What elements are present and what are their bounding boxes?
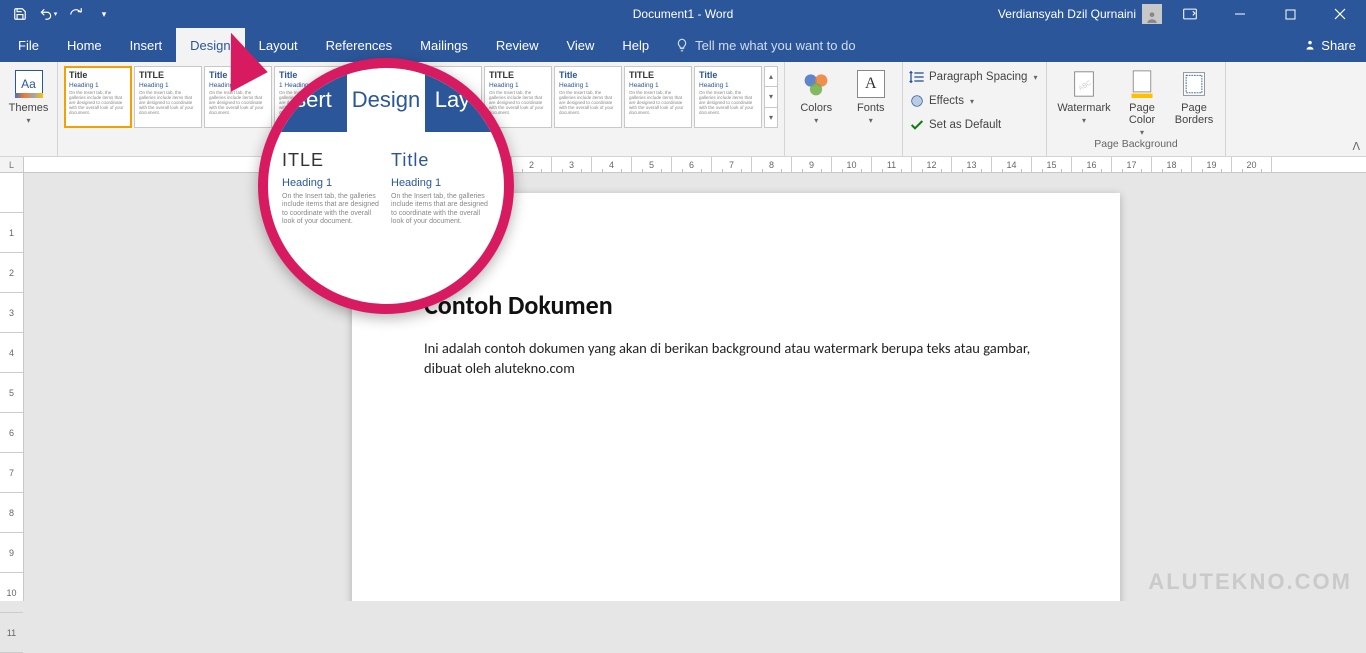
effects-label: Effects — [929, 95, 964, 107]
collapse-ribbon-button[interactable]: ᐱ — [1352, 140, 1360, 153]
page-borders-icon — [1178, 68, 1210, 100]
chevron-down-icon: ▾ — [869, 116, 873, 125]
vertical-ruler[interactable]: 1234567891011 — [0, 173, 24, 601]
style-gallery-nav[interactable]: ▴▾▾ — [764, 66, 778, 128]
close-button[interactable] — [1318, 0, 1362, 28]
page-color-button[interactable]: Page Color ▾ — [1119, 66, 1165, 138]
style-set-thumb[interactable]: TitleHeading 1On the Insert tab, the gal… — [554, 66, 622, 128]
tab-home[interactable]: Home — [53, 28, 116, 62]
minimize-button[interactable] — [1218, 0, 1262, 28]
page-color-label: Page Color — [1119, 102, 1165, 126]
paragraph-spacing-button[interactable]: Paragraph Spacing▾ — [909, 66, 1040, 88]
page-borders-button[interactable]: Page Borders — [1169, 66, 1219, 138]
style-set-thumb[interactable]: TitleHeading 1On the Insert tab, the gal… — [694, 66, 762, 128]
tell-me-placeholder: Tell me what you want to do — [695, 38, 855, 53]
tab-file[interactable]: File — [4, 28, 53, 62]
ribbon-tabs: File Home Insert Design Layout Reference… — [0, 28, 1366, 62]
effects-icon — [909, 93, 925, 109]
style-set-thumb[interactable]: TitleHeading 1On the Insert tab, the gal… — [204, 66, 272, 128]
maximize-button[interactable] — [1268, 0, 1312, 28]
document-formatting-label: Document Formatting — [64, 138, 778, 154]
themes-label: Themes — [9, 102, 49, 114]
fonts-label: Fonts — [857, 102, 885, 114]
ribbon-display-options-button[interactable] — [1168, 0, 1212, 28]
document-heading[interactable]: Contoh Dokumen — [424, 289, 1048, 321]
brand-watermark: ALUTEKNO.COM — [1148, 569, 1352, 595]
share-button[interactable]: Share — [1303, 28, 1356, 62]
user-name[interactable]: Verdiansyah Dzil Qurnaini — [998, 7, 1136, 21]
ribbon-spacer: ᐱ — [1226, 62, 1366, 156]
themes-button[interactable]: Aa Themes ▾ — [6, 66, 51, 138]
tab-review[interactable]: Review — [482, 28, 553, 62]
chevron-down-icon: ▾ — [1140, 128, 1144, 137]
chevron-down-icon: ▾ — [1082, 116, 1086, 125]
chevron-down-icon: ▾ — [26, 116, 30, 125]
tab-insert[interactable]: Insert — [116, 28, 177, 62]
tab-view[interactable]: View — [552, 28, 608, 62]
user-avatar-icon[interactable] — [1142, 4, 1162, 24]
gallery-down-icon[interactable]: ▾ — [765, 87, 777, 107]
tell-me-search[interactable]: Tell me what you want to do — [663, 28, 867, 62]
tab-design[interactable]: Design — [176, 28, 244, 62]
style-set-thumb[interactable]: TitleHeading 1On the Insert tab, the gal… — [414, 66, 482, 128]
page-borders-label: Page Borders — [1169, 102, 1219, 126]
style-set-thumb[interactable]: TITLEHeading 1On the Insert tab, the gal… — [134, 66, 202, 128]
ribbon: Aa Themes ▾ TitleHeading 1On the Insert … — [0, 62, 1366, 157]
page-color-icon — [1126, 68, 1158, 100]
quick-access-toolbar: ▾ ▾ — [0, 3, 116, 25]
themes-icon: Aa — [13, 68, 45, 100]
colors-label: Colors — [800, 102, 832, 114]
gallery-up-icon[interactable]: ▴ — [765, 67, 777, 87]
tab-references[interactable]: References — [312, 28, 406, 62]
gallery-more-icon[interactable]: ▾ — [765, 108, 777, 127]
share-icon — [1303, 38, 1317, 52]
document-viewport[interactable]: Contoh Dokumen Ini adalah contoh dokumen… — [24, 173, 1366, 601]
fonts-icon: A — [855, 68, 887, 100]
workspace: L 1234567891011121314151617181920 123456… — [0, 157, 1366, 601]
style-set-gallery[interactable]: TitleHeading 1On the Insert tab, the gal… — [64, 66, 778, 138]
horizontal-ruler[interactable]: 1234567891011121314151617181920 — [24, 157, 1366, 173]
chevron-down-icon: ▾ — [814, 116, 818, 125]
check-icon — [909, 117, 925, 133]
paragraph-spacing-icon — [909, 69, 925, 85]
tab-mailings[interactable]: Mailings — [406, 28, 482, 62]
document-body-text[interactable]: Ini adalah contoh dokumen yang akan di b… — [424, 339, 1048, 378]
colors-button[interactable]: Colors ▾ — [791, 66, 842, 138]
lightbulb-icon — [675, 38, 689, 52]
style-set-thumb[interactable]: TitleHeading 1On the Insert tab, the gal… — [344, 66, 412, 128]
set-as-default-label: Set as Default — [929, 119, 1001, 131]
redo-button[interactable] — [64, 3, 88, 25]
page-background-label: Page Background — [1053, 138, 1219, 154]
tab-help[interactable]: Help — [608, 28, 663, 62]
ruler-corner[interactable]: L — [0, 157, 24, 173]
document-page[interactable]: Contoh Dokumen Ini adalah contoh dokumen… — [352, 193, 1120, 601]
colors-fonts-group: Colors ▾ A Fonts ▾ — [785, 62, 903, 156]
fonts-button[interactable]: A Fonts ▾ — [846, 66, 897, 138]
title-bar: ▾ ▾ Document1 - Word Verdiansyah Dzil Qu… — [0, 0, 1366, 28]
style-set-thumb[interactable]: TITLEHeading 1On the Insert tab, the gal… — [624, 66, 692, 128]
watermark-label: Watermark — [1057, 102, 1110, 114]
window-title: Document1 - Word — [633, 7, 733, 21]
share-label: Share — [1321, 38, 1356, 53]
spacing-effects-group: Paragraph Spacing▾ Effects▾ Set as Defau… — [903, 62, 1047, 156]
style-set-thumb[interactable]: TitleHeading 1On the Insert tab, the gal… — [64, 66, 132, 128]
tab-layout[interactable]: Layout — [245, 28, 312, 62]
watermark-icon: ABC — [1068, 68, 1100, 100]
style-set-thumb[interactable]: Title1 Heading 1On the Insert tab, the g… — [274, 66, 342, 128]
colors-icon — [800, 68, 832, 100]
paragraph-spacing-label: Paragraph Spacing — [929, 71, 1027, 83]
watermark-button[interactable]: ABC Watermark ▾ — [1053, 66, 1115, 138]
style-set-thumb[interactable]: TITLEHeading 1On the Insert tab, the gal… — [484, 66, 552, 128]
set-as-default-button[interactable]: Set as Default — [909, 114, 1040, 136]
themes-group: Aa Themes ▾ — [0, 62, 58, 156]
qat-customize-button[interactable]: ▾ — [92, 3, 116, 25]
effects-button[interactable]: Effects▾ — [909, 90, 1040, 112]
document-formatting-group: TitleHeading 1On the Insert tab, the gal… — [58, 62, 785, 156]
undo-button[interactable]: ▾ — [36, 3, 60, 25]
page-background-group: ABC Watermark ▾ Page Color ▾ Page Border… — [1047, 62, 1226, 156]
save-button[interactable] — [8, 3, 32, 25]
